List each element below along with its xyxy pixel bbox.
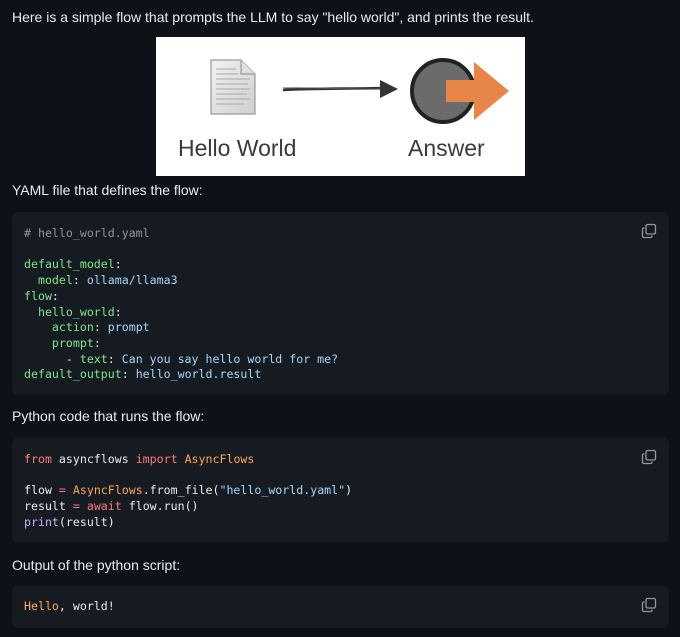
hello-world-label: Hello World <box>178 135 297 161</box>
yaml-key: model <box>37 273 73 288</box>
output-hello: Hello <box>24 599 59 613</box>
copy-icon[interactable] <box>641 449 657 465</box>
output-rest: , world! <box>58 599 115 613</box>
copy-icon[interactable] <box>641 223 657 239</box>
code-keyword: import <box>135 452 178 466</box>
yaml-value: hello_world.result <box>135 367 262 382</box>
yaml-value: prompt <box>107 320 150 335</box>
hello-world-diagram: Hello World Answer <box>156 37 525 176</box>
yaml-key: text <box>79 351 108 366</box>
code-keyword: await <box>86 499 122 514</box>
code-class: AsyncFlows <box>184 452 255 466</box>
document-icon <box>210 59 256 115</box>
python-code-block: from asyncflows import AsyncFlows flow =… <box>12 438 669 542</box>
code-variable: flow <box>24 483 52 498</box>
yaml-key: default_output <box>24 367 122 382</box>
python-code: from asyncflows import AsyncFlows flow =… <box>24 452 352 531</box>
code-keyword: from <box>24 452 52 466</box>
code-punct: ) <box>345 483 353 498</box>
code-function: print <box>24 514 59 529</box>
yaml-key: default_model <box>24 257 115 272</box>
output-code-block: Hello, world! <box>12 586 669 628</box>
code-method: .from_file( <box>142 483 220 498</box>
yaml-code-block: # hello_world.yaml default_model: model:… <box>12 212 669 394</box>
code-class: AsyncFlows <box>72 483 143 498</box>
copy-icon[interactable] <box>641 597 657 613</box>
yaml-key: flow <box>24 288 52 303</box>
answer-icon <box>410 58 509 124</box>
yaml-key: prompt <box>51 335 94 350</box>
code-operator: = <box>72 499 80 514</box>
code-module: asyncflows <box>58 452 129 466</box>
answer-label: Answer <box>408 135 485 161</box>
output-code: Hello, world! <box>24 599 115 615</box>
code-comment: # hello_world.yaml <box>24 226 150 240</box>
code-string: "hello_world.yaml" <box>219 483 346 498</box>
yaml-value: Can you say hello world for me? <box>121 351 339 366</box>
yaml-heading: YAML file that defines the flow: <box>12 182 203 198</box>
intro-text: Here is a simple flow that prompts the L… <box>12 9 534 25</box>
code-variable: result <box>24 499 66 514</box>
yaml-key: hello_world <box>37 304 115 319</box>
code-operator: = <box>58 483 66 498</box>
yaml-value: ollama/llama3 <box>86 273 178 288</box>
output-heading: Output of the python script: <box>12 557 181 573</box>
python-heading: Python code that runs the flow: <box>12 408 205 424</box>
yaml-key: action <box>51 320 94 335</box>
arrow-right-icon <box>282 80 398 98</box>
code-args: (result) <box>58 514 115 529</box>
code-call: flow.run() <box>128 499 199 514</box>
yaml-code: # hello_world.yaml default_model: model:… <box>24 226 339 382</box>
